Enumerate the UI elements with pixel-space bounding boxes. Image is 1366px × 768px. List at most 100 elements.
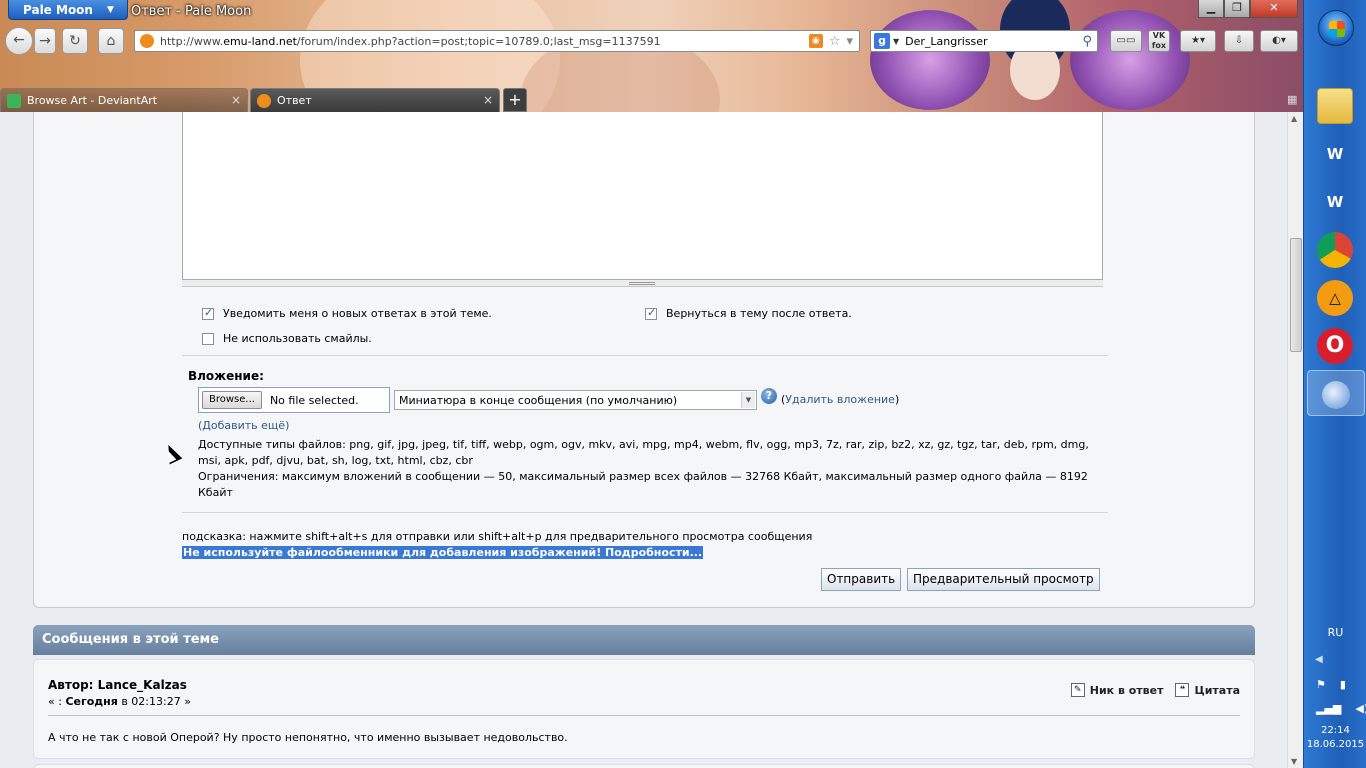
tab-reply[interactable]: Ответ × xyxy=(250,88,500,112)
new-tab-button[interactable]: + xyxy=(503,88,527,112)
world-of-tanks-icon[interactable]: W xyxy=(1317,136,1353,172)
message-body: А что не так с новой Оперой? Ну просто н… xyxy=(48,731,568,744)
url-domain: emu-land.net xyxy=(223,34,297,48)
browse-button[interactable]: Browse... xyxy=(202,391,262,409)
remove-attachment-link[interactable]: Удалить вложение xyxy=(785,393,895,406)
message-textarea[interactable] xyxy=(182,112,1103,280)
back-arrow-icon: ← xyxy=(13,32,25,48)
scrollbar-thumb[interactable] xyxy=(1290,238,1302,352)
add-more-link[interactable]: Добавить ещё xyxy=(202,419,285,432)
scroll-down-icon[interactable]: ▼ xyxy=(1291,757,1297,766)
no-smileys-checkbox[interactable] xyxy=(202,332,214,345)
attachment-mode-select[interactable]: Миниатюра в конце сообщения (по умолчани… xyxy=(394,390,757,410)
file-input[interactable]: Browse... No file selected. xyxy=(198,387,390,413)
return-label: Вернуться в тему после ответа. xyxy=(666,307,852,320)
network-signal-icon[interactable]: ▂▄▆ xyxy=(1316,702,1341,715)
help-icon[interactable]: ? xyxy=(761,388,777,404)
downloads-icon[interactable]: ⇩ xyxy=(1224,30,1254,52)
tab-deviantart[interactable]: Browse Art - DeviantArt × xyxy=(0,88,248,112)
quote-button[interactable]: Цитата xyxy=(1194,684,1240,697)
page-scrollbar[interactable]: ▲ ▼ xyxy=(1287,112,1303,768)
preview-button[interactable]: Предварительный просмотр xyxy=(907,568,1100,591)
site-favicon-icon xyxy=(140,34,154,48)
next-message-edge xyxy=(33,764,1255,768)
message-actions: ✎ Ник в ответ ❝ Цитата xyxy=(1059,683,1240,697)
action-center-flag-icon[interactable]: ⚑ xyxy=(1316,678,1326,691)
divider xyxy=(182,355,1108,356)
avast-icon[interactable]: △ xyxy=(1317,280,1353,316)
tray-icons-row: ▂▄▆ ◀) xyxy=(1316,702,1366,715)
windows-logo-icon xyxy=(1329,21,1345,37)
return-checkbox[interactable] xyxy=(645,306,657,320)
home-button[interactable]: ⌂ xyxy=(98,28,124,54)
topic-message: Автор: Lance_Kalzas « : Сегодня в 02:13:… xyxy=(33,659,1255,759)
return-option[interactable]: Вернуться в тему после ответа. xyxy=(645,306,852,320)
engine-dropdown-icon[interactable]: ▼ xyxy=(893,37,899,46)
vk-fox-button[interactable]: VK fox xyxy=(1148,30,1170,52)
chrome-icon[interactable] xyxy=(1317,232,1353,268)
chevron-down-icon: ▼ xyxy=(741,392,755,408)
divider xyxy=(182,512,1108,513)
nick-reply-button[interactable]: Ник в ответ xyxy=(1090,684,1164,697)
pale-moon-taskbar-button[interactable] xyxy=(1307,370,1365,416)
url-prefix: http://www. xyxy=(160,34,224,48)
submit-button[interactable]: Отправить xyxy=(821,568,902,591)
extension-icon[interactable]: ▭▭ xyxy=(1110,30,1142,52)
tab-list-icon[interactable]: ▦ xyxy=(1287,93,1297,106)
address-bar[interactable]: http://www.emu-land.net/forum/index.php?… xyxy=(134,30,860,52)
opera-icon[interactable]: O xyxy=(1317,328,1353,364)
url-text: http://www.emu-land.net/forum/index.php?… xyxy=(160,35,809,48)
add-more: (Добавить ещё) xyxy=(198,419,290,432)
site-favicon-icon xyxy=(257,93,271,108)
start-button[interactable] xyxy=(1318,10,1354,46)
clock-date: 18.06.2015 xyxy=(1306,739,1365,750)
url-dropdown-icon[interactable]: ▾ xyxy=(846,34,853,49)
notify-option[interactable]: Уведомить меня о новых ответах в этой те… xyxy=(202,306,492,320)
tab-label: Browse Art - DeviantArt xyxy=(27,94,158,107)
app-menu-button[interactable]: Pale Moon ▼ xyxy=(8,0,128,20)
forward-button[interactable]: → xyxy=(34,28,56,54)
tab-bar: Browse Art - DeviantArt × Ответ × + ▦ xyxy=(0,88,1303,112)
post-form-panel: Уведомить меня о новых ответах в этой те… xyxy=(33,112,1255,608)
no-smileys-option[interactable]: Не использовать смайлы. xyxy=(202,332,372,345)
message-time: « : Сегодня в 02:13:27 » xyxy=(48,695,191,708)
tray-expand-icon[interactable]: ◀ xyxy=(1315,654,1323,665)
search-input[interactable]: Der_Langrisser xyxy=(905,35,1082,48)
file-hosting-notice-link[interactable]: Не используйте файлообменники для добавл… xyxy=(182,546,704,559)
search-icon[interactable]: ⚲ xyxy=(1082,34,1092,49)
tab-close-icon[interactable]: × xyxy=(231,93,241,107)
language-indicator[interactable]: RU xyxy=(1304,626,1366,639)
maximize-button[interactable]: ❐ xyxy=(1224,0,1250,18)
back-button[interactable]: ← xyxy=(5,27,33,55)
home-icon: ⌂ xyxy=(106,33,116,49)
time-prefix: « : xyxy=(48,695,66,708)
bookmarks-menu-icon[interactable]: ★▾ xyxy=(1180,30,1216,52)
folder-icon[interactable] xyxy=(1317,88,1353,124)
notify-checkbox[interactable] xyxy=(202,306,214,320)
quote-icon[interactable]: ❝ xyxy=(1175,683,1190,697)
attachment-title: Вложение: xyxy=(188,369,264,383)
bookmark-star-icon[interactable]: ☆ xyxy=(829,34,841,49)
windows-taskbar: W W △ O RU ◀ ⚑ ▮ ▂▄▆ ◀) 22:14 18.06.2015 xyxy=(1303,0,1366,768)
minimize-button[interactable]: ▁ xyxy=(1198,0,1224,18)
textarea-resize-handle[interactable] xyxy=(182,280,1103,287)
attachment-info: Доступные типы файлов: png, gif, jpg, jp… xyxy=(198,437,1103,501)
google-engine-icon[interactable]: g xyxy=(874,33,890,49)
system-clock[interactable]: 22:14 18.06.2015 xyxy=(1304,724,1366,752)
tab-close-icon[interactable]: × xyxy=(483,93,493,107)
battery-icon[interactable]: ▮ xyxy=(1340,678,1346,691)
navigation-toolbar: ← → ↻ ⌂ http://www.emu-land.net/forum/in… xyxy=(0,27,1303,55)
nick-reply-icon[interactable]: ✎ xyxy=(1070,683,1085,697)
world-of-tanks-icon[interactable]: W xyxy=(1317,184,1353,220)
rss-icon[interactable]: ◉ xyxy=(808,34,823,48)
time-day: Сегодня xyxy=(65,695,118,708)
addon-menu-icon[interactable]: ◐▾ xyxy=(1260,30,1298,52)
close-button[interactable]: ✕ xyxy=(1250,0,1298,18)
reload-button[interactable]: ↻ xyxy=(62,28,88,54)
scroll-up-icon[interactable]: ▲ xyxy=(1291,114,1297,123)
search-bar[interactable]: g ▼ Der_Langrisser ⚲ xyxy=(870,30,1098,52)
volume-icon[interactable]: ◀) xyxy=(1355,702,1366,715)
deviantart-favicon-icon xyxy=(7,93,21,108)
remove-attachment: (Удалить вложение) xyxy=(781,393,900,406)
browser-chrome: Pale Moon ▼ Ответ - Pale Moon ▁ ❐ ✕ ← → … xyxy=(0,0,1303,112)
